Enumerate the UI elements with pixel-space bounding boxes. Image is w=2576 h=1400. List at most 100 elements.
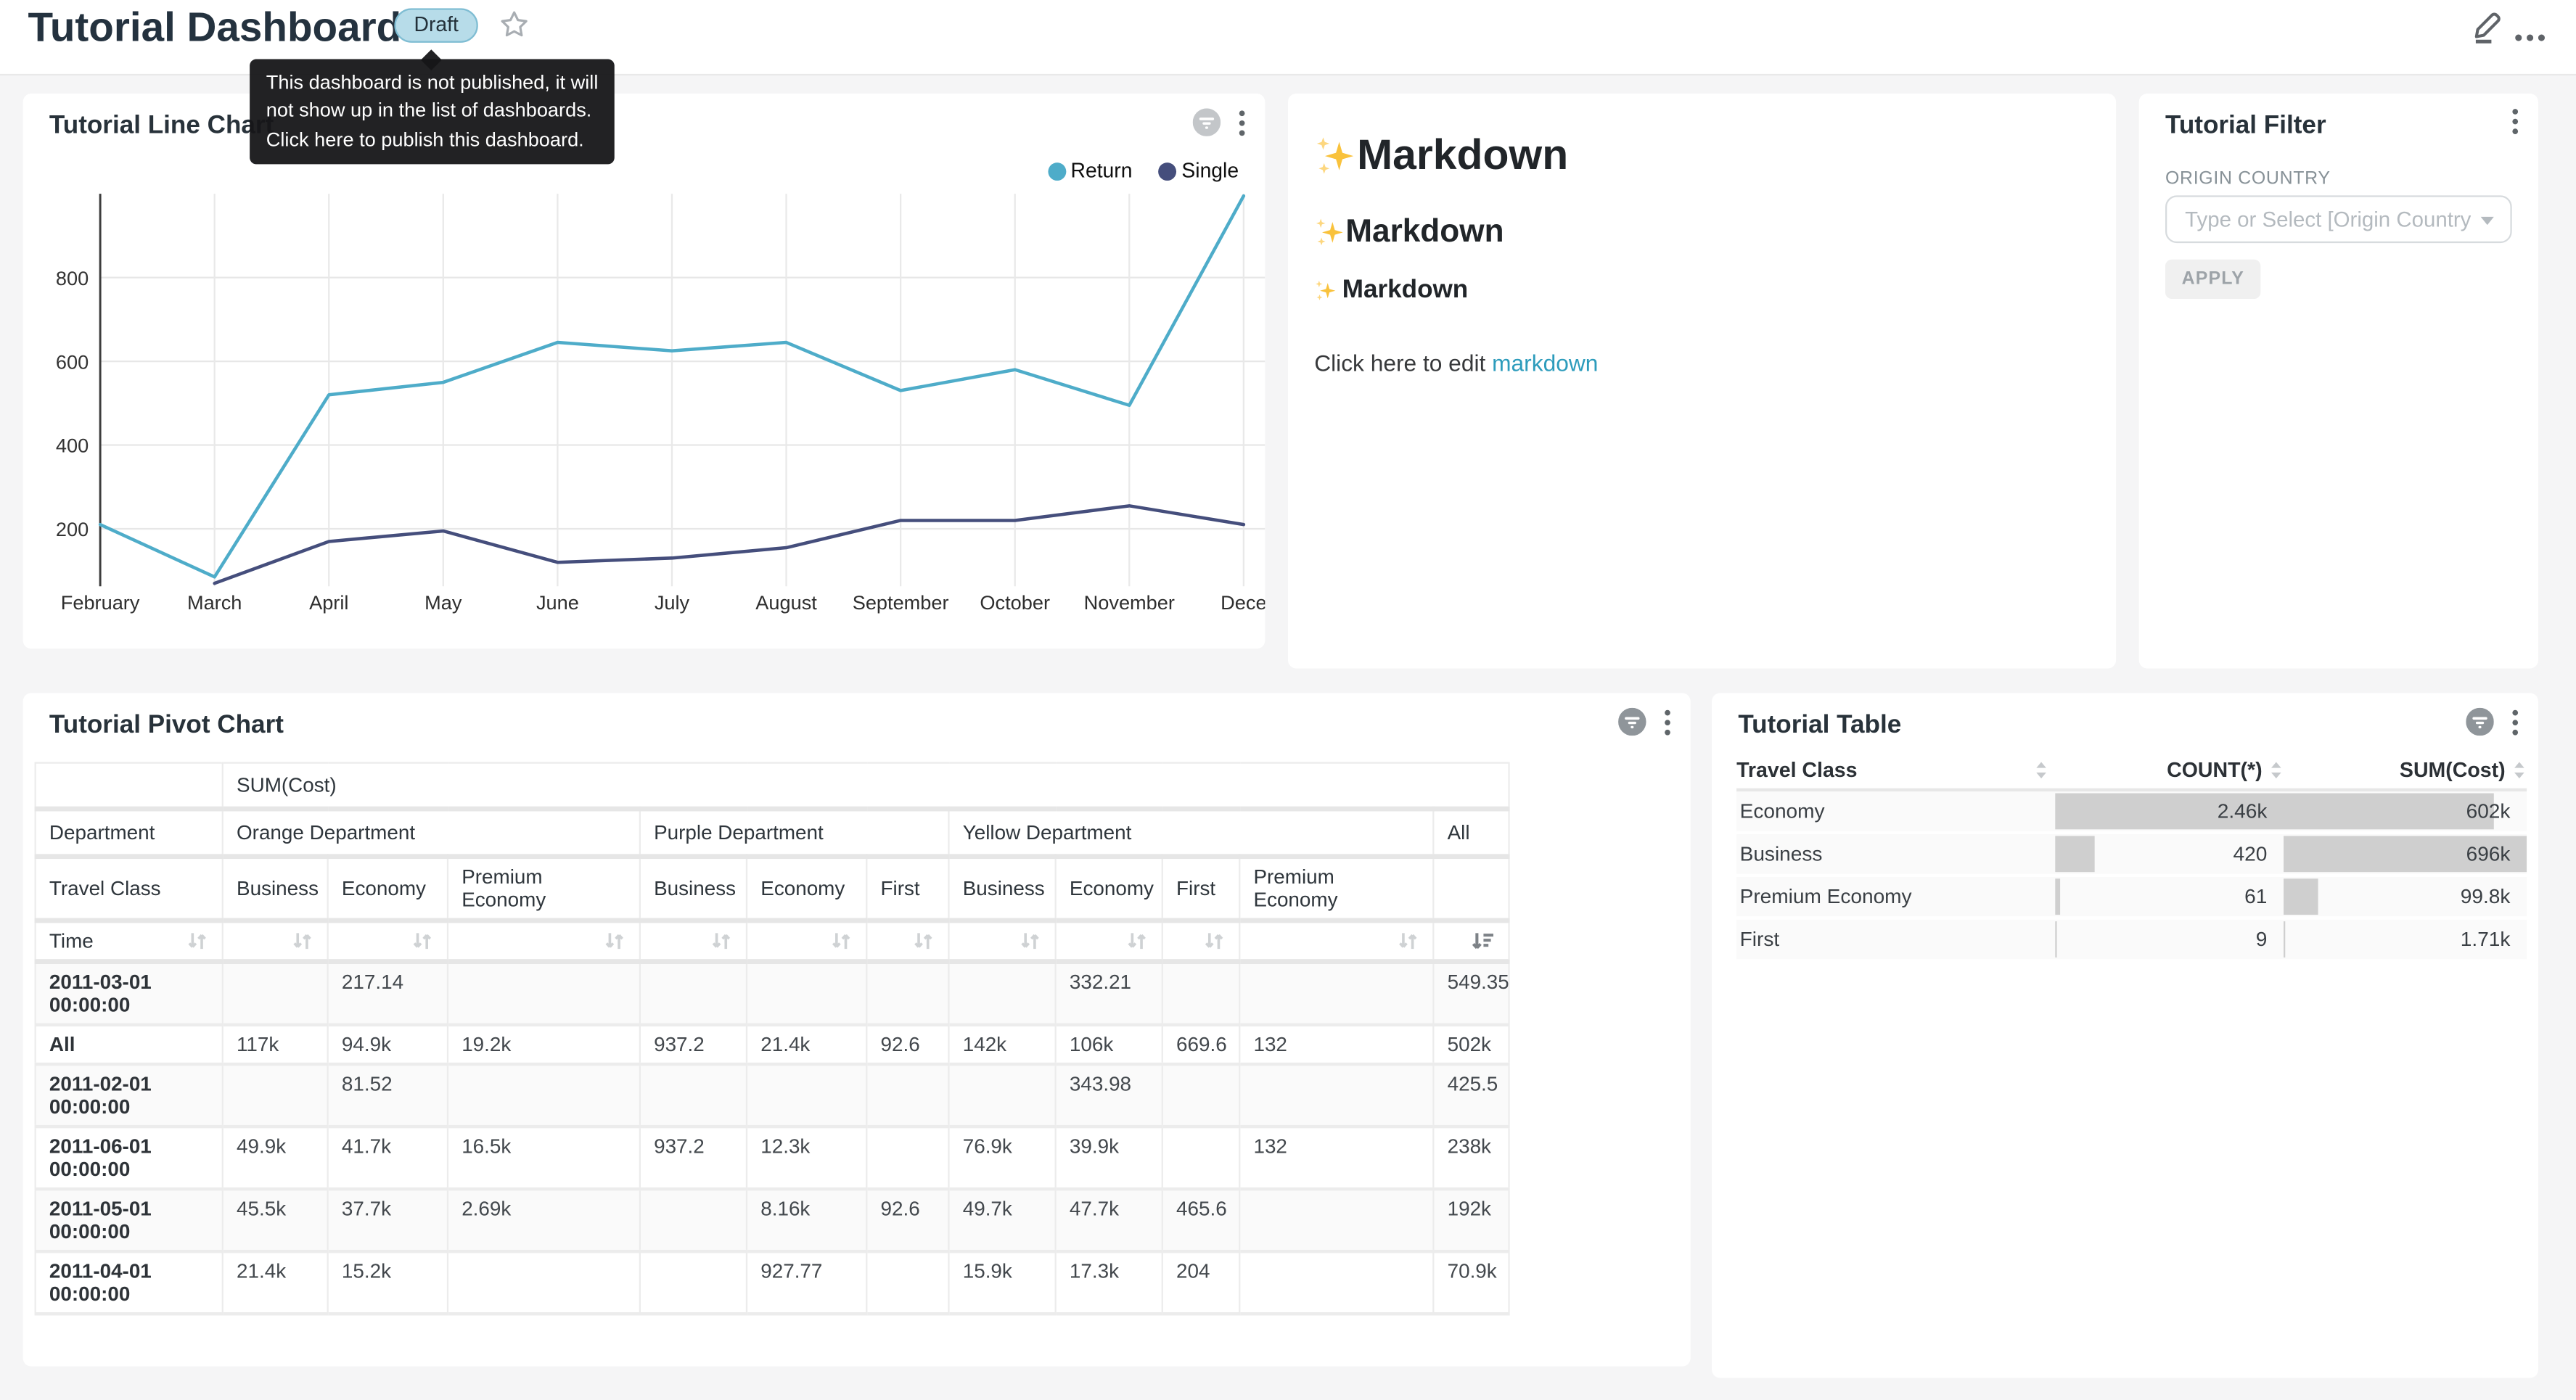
chart-kebab-menu-icon[interactable]	[1239, 110, 1245, 144]
line-chart-svg[interactable]: 200400600800FebruaryMarchAprilMayJuneJul…	[23, 189, 1266, 635]
legend-item-single[interactable]: Single	[1159, 160, 1239, 183]
legend-item-return[interactable]: Return	[1048, 160, 1133, 183]
pivot-table: SUM(Cost)DepartmentOrange DepartmentPurp…	[35, 762, 1510, 1316]
pivot-value-cell	[1162, 962, 1239, 1025]
chart-kebab-menu-icon[interactable]	[2512, 709, 2519, 744]
pivot-class-header[interactable]: Economy	[747, 857, 866, 921]
pivot-chart-panel: Tutorial Pivot Chart SUM(Cost)Department…	[23, 693, 1691, 1366]
pivot-class-header[interactable]: Business	[948, 857, 1055, 921]
pivot-sort-cell[interactable]	[948, 921, 1055, 962]
sum-cell: 99.8k	[2284, 877, 2527, 916]
pivot-value-cell	[948, 962, 1055, 1025]
pivot-class-header[interactable]: Premium Economy	[448, 857, 640, 921]
pivot-value-cell: 8.16k	[747, 1189, 866, 1251]
count-bar	[2055, 836, 2094, 872]
svg-text:February: February	[61, 591, 140, 614]
ellipsis-menu-icon[interactable]	[2514, 21, 2546, 31]
pivot-dim-label: Travel Class	[36, 857, 223, 921]
pivot-sort-cell[interactable]	[747, 921, 866, 962]
markdown-paragraph: Click here to edit markdown	[1314, 350, 2090, 376]
pivot-value-cell: 192k	[1433, 1189, 1509, 1251]
pivot-value-cell: 669.6	[1162, 1025, 1239, 1064]
markdown-h2: Markdown	[1314, 213, 2090, 251]
apply-button[interactable]: APPLY	[2165, 260, 2261, 299]
pivot-dept-row: DepartmentOrange DepartmentPurple Depart…	[36, 809, 1509, 857]
svg-text:April: April	[309, 591, 348, 614]
single-series-dot	[1159, 162, 1177, 180]
sparkles-icon	[1314, 217, 1345, 248]
pivot-sort-cell[interactable]	[328, 921, 448, 962]
pivot-time-label[interactable]: Time	[36, 921, 223, 962]
pivot-value-cell	[1239, 1064, 1433, 1127]
pivot-sort-cell[interactable]	[866, 921, 948, 962]
pivot-measure-cell: SUM(Cost)	[223, 763, 1509, 809]
pivot-row-label: 2011-02-01 00:00:00	[36, 1064, 223, 1127]
draft-badge[interactable]: Draft	[394, 8, 478, 43]
pivot-dim-label: Department	[36, 809, 223, 857]
pivot-value-cell	[747, 962, 866, 1025]
chart-filter-icon[interactable]	[2466, 708, 2493, 744]
pivot-class-header[interactable]: Economy	[328, 857, 448, 921]
pivot-sort-cell[interactable]	[1433, 921, 1509, 962]
pivot-sort-cell[interactable]	[1162, 921, 1239, 962]
pivot-sort-cell[interactable]	[1239, 921, 1433, 962]
sparkles-icon	[1314, 134, 1357, 177]
pivot-value-cell: 117k	[223, 1025, 328, 1064]
pivot-value-cell: 70.9k	[1433, 1251, 1509, 1314]
pivot-group-header[interactable]: Yellow Department	[948, 809, 1433, 857]
pivot-value-cell	[448, 1064, 640, 1127]
pivot-value-cell: 937.2	[640, 1025, 747, 1064]
pivot-class-header[interactable]: Business	[223, 857, 328, 921]
pivot-sort-cell[interactable]	[223, 921, 328, 962]
pivot-value-cell	[223, 1064, 328, 1127]
pivot-all-header[interactable]: All	[1433, 809, 1509, 857]
pivot-class-header[interactable]: First	[1162, 857, 1239, 921]
column-header-count[interactable]: COUNT(*)	[2055, 752, 2284, 788]
pivot-sort-cell[interactable]	[448, 921, 640, 962]
column-header-travel-class[interactable]: Travel Class	[1736, 752, 2055, 788]
pivot-value-cell: 16.5k	[448, 1127, 640, 1189]
column-header-sum-cost[interactable]: SUM(Cost)	[2284, 752, 2527, 788]
pivot-value-cell: 332.21	[1056, 962, 1162, 1025]
pivot-value-cell: 465.6	[1162, 1189, 1239, 1251]
chevron-down-icon	[2481, 217, 2494, 225]
origin-country-select[interactable]: Type or Select [Origin Country]	[2165, 195, 2512, 243]
edit-pencil-icon[interactable]	[2469, 7, 2506, 46]
markdown-h1: Markdown	[1314, 130, 2090, 181]
pivot-data-row: 2011-04-01 00:00:0021.4k15.2k927.7715.9k…	[36, 1251, 1509, 1314]
table-rows: Economy 2.46k 602k Business 420 696k Pre…	[1736, 791, 2527, 962]
pivot-value-cell: 19.2k	[448, 1025, 640, 1064]
pivot-value-cell	[1239, 1189, 1433, 1251]
filter-kebab-menu-icon[interactable]	[2512, 108, 2519, 143]
pivot-class-header[interactable]: Premium Economy	[1239, 857, 1433, 921]
legend-label: Single	[1181, 160, 1239, 183]
pivot-row-label: 2011-06-01 00:00:00	[36, 1127, 223, 1189]
pivot-class-header[interactable]: Economy	[1056, 857, 1162, 921]
pivot-class-header[interactable]: Business	[640, 857, 747, 921]
pivot-value-cell: 2.69k	[448, 1189, 640, 1251]
markdown-h3: Markdown	[1314, 276, 2090, 305]
pivot-value-cell: 76.9k	[948, 1127, 1055, 1189]
pivot-group-header[interactable]: Purple Department	[640, 809, 949, 857]
chart-filter-icon[interactable]	[1618, 708, 1646, 744]
pivot-class-header[interactable]: First	[866, 857, 948, 921]
pivot-value-cell	[640, 962, 747, 1025]
pivot-sort-cell[interactable]	[1056, 921, 1162, 962]
favorite-star-icon[interactable]	[499, 10, 529, 40]
pivot-value-cell: 425.5	[1433, 1064, 1509, 1127]
origin-country-label: ORIGIN COUNTRY	[2165, 169, 2331, 189]
pivot-value-cell	[1162, 1127, 1239, 1189]
count-cell: 2.46k	[2055, 791, 2284, 831]
pivot-value-cell	[1239, 1251, 1433, 1314]
pivot-group-header[interactable]: Orange Department	[223, 809, 640, 857]
chart-kebab-menu-icon[interactable]	[1664, 709, 1670, 744]
svg-text:August: August	[755, 591, 817, 614]
return-series-dot	[1048, 162, 1066, 180]
markdown-edit-link[interactable]: markdown	[1492, 350, 1598, 376]
svg-text:March: March	[187, 591, 242, 614]
pivot-sort-cell[interactable]	[640, 921, 747, 962]
pivot-value-cell: 49.9k	[223, 1127, 328, 1189]
sum-cell: 602k	[2284, 791, 2527, 831]
chart-filter-icon[interactable]	[1193, 108, 1221, 144]
pivot-value-cell: 94.9k	[328, 1025, 448, 1064]
